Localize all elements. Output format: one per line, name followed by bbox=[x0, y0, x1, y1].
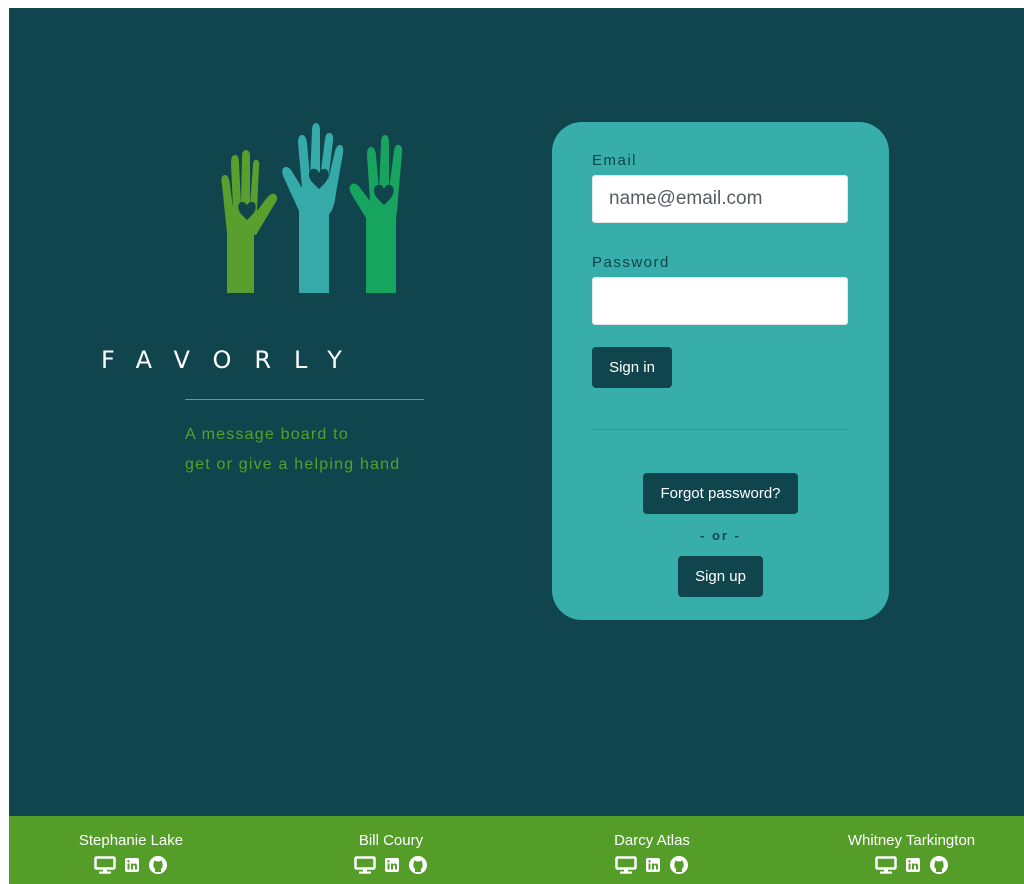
linkedin-icon[interactable] bbox=[645, 857, 661, 873]
brand-name: FAVORLY bbox=[101, 346, 365, 374]
github-icon[interactable] bbox=[408, 855, 428, 875]
sign-in-button[interactable]: Sign in bbox=[592, 347, 672, 388]
footer-member: Bill Coury bbox=[341, 832, 441, 875]
footer-member: Whitney Tarkington bbox=[839, 832, 984, 875]
member-links bbox=[70, 855, 192, 875]
email-field[interactable] bbox=[592, 175, 848, 223]
tagline-line-1: A message board to bbox=[185, 426, 349, 443]
email-label: Email bbox=[592, 152, 638, 169]
member-name: Whitney Tarkington bbox=[847, 832, 976, 849]
monitor-icon[interactable] bbox=[874, 856, 897, 874]
right-hand-icon bbox=[349, 135, 403, 293]
member-links bbox=[341, 855, 441, 875]
raised-hands-logo bbox=[221, 123, 403, 293]
github-icon[interactable] bbox=[148, 855, 168, 875]
footer: Stephanie Lake Bill Coury Darcy Atlas Wh… bbox=[9, 816, 1024, 884]
monitor-icon[interactable] bbox=[354, 856, 376, 874]
page-background: FAVORLY A message board to get or give a… bbox=[9, 8, 1024, 884]
member-links bbox=[839, 855, 984, 875]
card-divider bbox=[592, 429, 848, 430]
sign-up-button[interactable]: Sign up bbox=[678, 556, 763, 597]
password-field[interactable] bbox=[592, 277, 848, 325]
monitor-icon[interactable] bbox=[615, 856, 637, 874]
forgot-password-button[interactable]: Forgot password? bbox=[643, 473, 798, 514]
or-separator: - or - bbox=[700, 528, 741, 543]
middle-hand-icon bbox=[282, 123, 344, 293]
left-hand-icon bbox=[221, 150, 278, 293]
brand-underline bbox=[185, 399, 424, 400]
linkedin-icon[interactable] bbox=[905, 857, 921, 873]
linkedin-icon[interactable] bbox=[384, 857, 400, 873]
footer-member: Stephanie Lake bbox=[70, 832, 192, 875]
tagline: A message board to get or give a helping… bbox=[185, 420, 400, 480]
footer-member: Darcy Atlas bbox=[599, 832, 705, 875]
login-card: Email Password Sign in Forgot password? … bbox=[552, 122, 889, 620]
github-icon[interactable] bbox=[669, 855, 689, 875]
member-links bbox=[599, 855, 705, 875]
member-name: Bill Coury bbox=[358, 832, 424, 849]
tagline-line-2: get or give a helping hand bbox=[185, 456, 401, 473]
password-label: Password bbox=[592, 254, 670, 271]
member-name: Darcy Atlas bbox=[614, 832, 690, 849]
member-name: Stephanie Lake bbox=[78, 832, 184, 849]
linkedin-icon[interactable] bbox=[124, 857, 140, 873]
monitor-icon[interactable] bbox=[94, 856, 116, 874]
github-icon[interactable] bbox=[929, 855, 949, 875]
